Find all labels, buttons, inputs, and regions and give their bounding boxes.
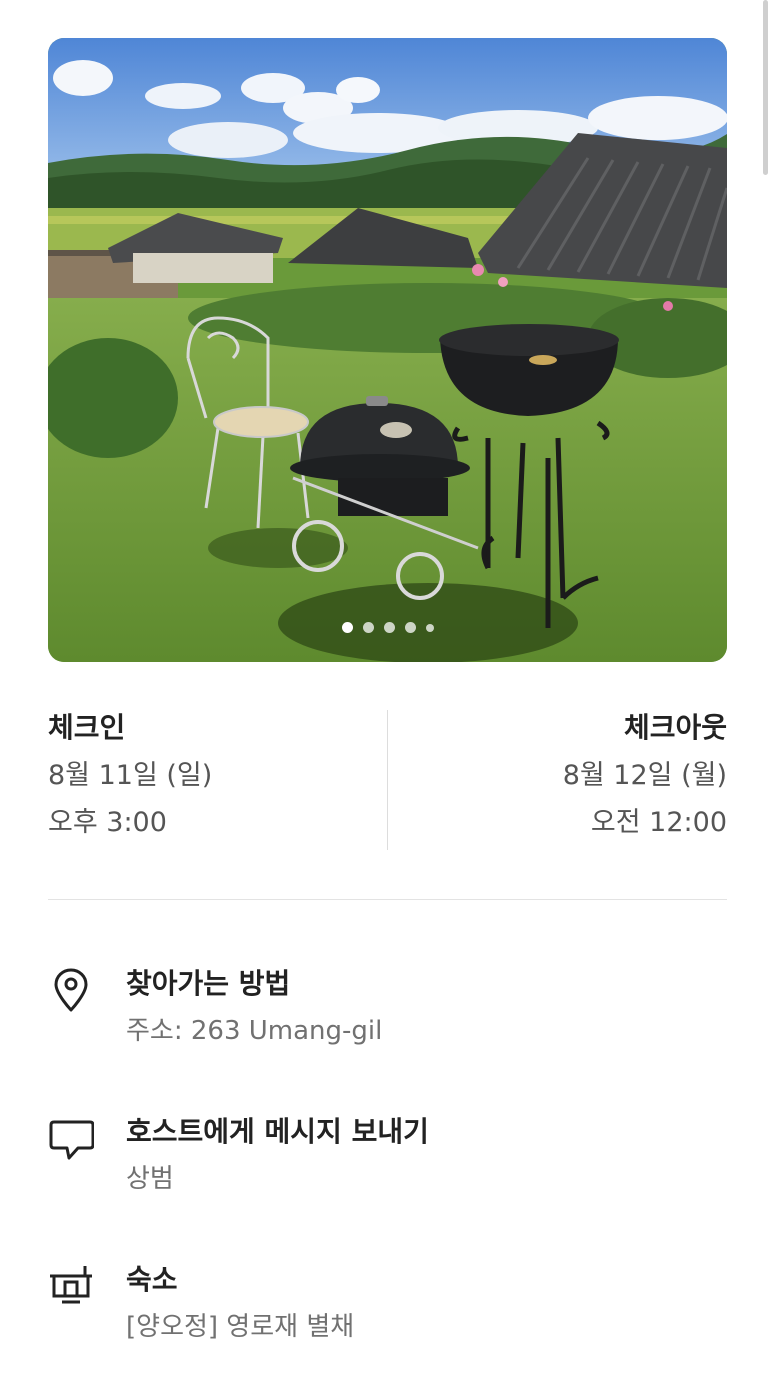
carousel-dot-2[interactable] [362,622,374,633]
check-out-label: 체크아웃 [623,711,727,744]
carousel-dot-3[interactable] [383,622,395,633]
check-in-date: 8월 11일 (일) [48,760,213,791]
check-out-time: 오전 12:00 [590,807,727,838]
directions-title: 찾아가는 방법 [126,967,291,1000]
carousel-page-indicator [48,622,727,633]
house-icon [48,1262,94,1308]
check-divider [387,710,388,850]
section-divider [48,899,727,900]
location-pin-icon [48,966,94,1012]
page-scrollbar[interactable] [763,0,768,175]
accommodation-title: 숙소 [126,1263,178,1296]
carousel-dot-1[interactable] [341,622,353,633]
message-host-row[interactable]: 호스트에게 메시지 보내기 상범 [48,1110,727,1210]
accommodation-row[interactable]: 숙소 [양오정] 영로재 별채 [48,1258,727,1358]
check-out-section: 체크아웃 8월 12일 (월) 오전 12:00 [400,704,727,854]
check-in-time: 오후 3:00 [48,807,167,838]
host-name: 상범 [126,1164,174,1194]
carousel-dot-5[interactable] [425,623,434,632]
check-in-section: 체크인 8월 11일 (일) 오후 3:00 [48,704,378,854]
chat-bubble-icon [48,1114,95,1160]
listing-photo [48,38,727,662]
check-in-label: 체크인 [48,711,126,744]
message-host-title: 호스트에게 메시지 보내기 [126,1115,429,1148]
directions-row[interactable]: 찾아가는 방법 주소: 263 Umang-gil [48,962,727,1062]
directions-address: 주소: 263 Umang-gil [126,1016,383,1046]
check-out-date: 8월 12일 (월) [562,760,727,791]
accommodation-name: [양오정] 영로재 별채 [126,1312,355,1342]
carousel-dot-4[interactable] [404,622,416,633]
listing-photo-carousel[interactable] [48,38,727,662]
